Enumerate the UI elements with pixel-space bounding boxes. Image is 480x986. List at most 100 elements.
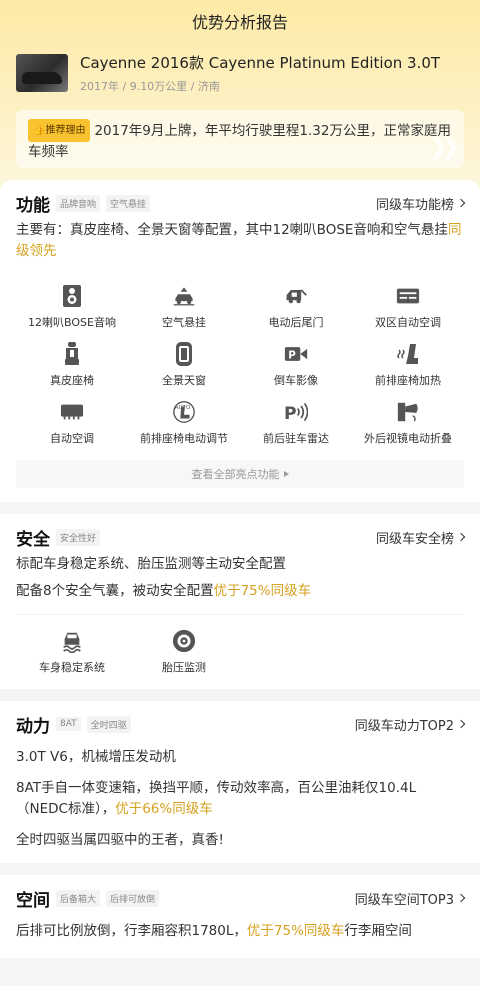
power-line-1: 3.0T V6，机械增压发动机	[16, 749, 176, 765]
features-tag: 空气悬挂	[106, 194, 151, 212]
features-desc-text: 主要有：真皮座椅、全景天窗等配置，其中12喇叭BOSE音响和空气悬挂	[16, 222, 448, 238]
feature-item[interactable]: 真皮座椅	[16, 342, 128, 390]
leather-seat-icon	[60, 342, 84, 366]
feature-label: 自动空调	[50, 432, 94, 445]
power-tag: 8AT	[56, 717, 81, 731]
feature-item[interactable]: P 前后驻车雷达	[240, 400, 352, 448]
safety-ranking-link[interactable]: 同级车安全榜	[375, 528, 466, 547]
features-header: 功能 品牌音响 空气悬挂 同级车功能榜	[16, 180, 466, 220]
chevron-right-icon	[456, 893, 466, 903]
space-link-text: 同级车空间TOP3	[354, 892, 454, 908]
feature-item[interactable]: AUTO 前排座椅电动调节	[128, 400, 240, 448]
space-line-text: 后排可比例放倒，行李厢容积1780L，	[16, 923, 247, 939]
features-title: 功能	[16, 195, 50, 216]
power-title: 动力	[16, 716, 50, 737]
feature-label: 前排座椅加热	[375, 374, 441, 387]
thumbs-up-icon: 👍	[33, 125, 46, 136]
reason-text-wrap: 👍推荐理由 2017年9月上牌，年平均行驶里程1.32万公里，正常家庭用车频率	[28, 119, 452, 163]
power-highlight: 优于66%同级车	[115, 801, 213, 817]
power-tag: 全时四驱	[86, 715, 131, 733]
speaker-icon	[60, 284, 84, 308]
car-header: Cayenne 2016款 Cayenne Platinum Edition 3…	[0, 42, 480, 94]
triangle-right-icon	[283, 471, 289, 477]
feature-label: 全景天窗	[162, 374, 206, 387]
space-header: 空间 后备箱大 后排可放倒 同级车空间TOP3	[16, 875, 466, 915]
feature-label: 双区自动空调	[375, 316, 441, 329]
space-line: 后排可比例放倒，行李厢容积1780L，优于75%同级车行李厢空间	[16, 921, 464, 942]
safety-tag: 安全性好	[56, 528, 101, 546]
feature-item[interactable]: 电动后尾门	[240, 284, 352, 332]
feature-item[interactable]: 胎压监测	[128, 629, 240, 677]
feature-label: 前排座椅电动调节	[140, 432, 228, 445]
car-name: Cayenne 2016款 Cayenne Platinum Edition 3…	[80, 54, 441, 72]
svg-text:AUTO: AUTO	[175, 405, 191, 411]
safety-highlight: 优于75%同级车	[213, 583, 312, 599]
feature-item[interactable]: 自动空调	[16, 400, 128, 448]
safety-section: 安全 安全性好 同级车安全榜 标配车身稳定系统、胎压监测等主动安全配置 配备8个…	[0, 514, 480, 689]
air-suspension-icon	[172, 284, 196, 308]
tire-pressure-icon	[172, 629, 196, 653]
feature-label: 外后视镜电动折叠	[364, 432, 452, 445]
features-ranking-link[interactable]: 同级车功能榜	[375, 194, 466, 213]
feature-label: 空气悬挂	[162, 316, 206, 329]
view-all-features-button[interactable]: 查看全部亮点功能	[16, 460, 464, 488]
feature-item[interactable]: 12喇叭BOSE音响	[16, 284, 128, 332]
stability-control-icon	[60, 629, 84, 653]
chevron-right-icon	[456, 719, 466, 729]
features-link-text: 同级车功能榜	[375, 197, 454, 213]
seat-heating-icon	[396, 342, 420, 366]
reason-badge-label: 推荐理由	[45, 125, 86, 136]
feature-label: 真皮座椅	[50, 374, 94, 387]
feature-label: 胎压监测	[162, 661, 206, 674]
car-thumbnail[interactable]	[16, 54, 68, 92]
feature-item[interactable]: 双区自动空调	[352, 284, 464, 332]
feature-item[interactable]: 外后视镜电动折叠	[352, 400, 464, 448]
reverse-camera-icon: P	[284, 342, 308, 366]
feature-item[interactable]: 车身稳定系统	[16, 629, 128, 677]
features-description: 主要有：真皮座椅、全景天窗等配置，其中12喇叭BOSE音响和空气悬挂同级领先	[16, 220, 464, 262]
feature-item[interactable]: 前排座椅加热	[352, 342, 464, 390]
chevron-right-icon	[456, 532, 466, 542]
section-divider	[0, 502, 480, 514]
space-highlight: 优于75%同级车	[246, 923, 345, 939]
panoramic-sunroof-icon	[172, 342, 196, 366]
power-header: 动力 8AT 全时四驱 同级车动力TOP2	[16, 701, 466, 741]
chevron-decoration-icon: ❯❯	[429, 135, 460, 160]
power-line-3: 全时四驱当属四驱中的王者，真香!	[16, 832, 224, 848]
recommend-reason-badge: 👍推荐理由	[28, 119, 91, 142]
section-divider	[0, 863, 480, 875]
svg-text:P: P	[284, 404, 297, 424]
safety-line-2: 配备8个安全气囊，被动安全配置优于75%同级车	[16, 581, 464, 602]
space-ranking-link[interactable]: 同级车空间TOP3	[354, 889, 466, 908]
dual-zone-ac-icon	[396, 284, 420, 308]
safety-link-text: 同级车安全榜	[375, 531, 454, 547]
feature-label: 前后驻车雷达	[263, 432, 329, 445]
space-line-tail: 行李厢空间	[344, 923, 412, 939]
feature-label: 倒车影像	[274, 374, 318, 387]
power-line-2: 8AT手自一体变速箱，换挡平顺，传动效率高，百公里油耗仅10.4L（NEDC标准…	[16, 778, 464, 820]
power-ranking-link[interactable]: 同级车动力TOP2	[354, 715, 466, 734]
svg-text:P: P	[288, 349, 296, 361]
section-divider	[0, 689, 480, 701]
parking-radar-icon: P	[284, 400, 308, 424]
view-all-label: 查看全部亮点功能	[191, 468, 280, 481]
space-title: 空间	[16, 890, 50, 911]
power-link-text: 同级车动力TOP2	[354, 718, 454, 734]
page-title-text: 优势分析报告	[191, 13, 288, 32]
safety-title: 安全	[16, 529, 50, 550]
safety-line-1: 标配车身稳定系统、胎压监测等主动安全配置	[16, 556, 286, 572]
safety-line-2-text: 配备8个安全气囊，被动安全配置	[16, 583, 214, 599]
car-meta: 2017年 / 9.10万公里 / 济南	[80, 80, 220, 93]
space-tag: 后排可放倒	[106, 889, 160, 907]
feature-item[interactable]: 全景天窗	[128, 342, 240, 390]
space-tag: 后备箱大	[56, 889, 101, 907]
feature-item[interactable]: P 倒车影像	[240, 342, 352, 390]
power-section: 动力 8AT 全时四驱 同级车动力TOP2 3.0T V6，机械增压发动机 8A…	[0, 701, 480, 863]
feature-grid: 12喇叭BOSE音响 空气悬挂 电动后尾门 双区自动空调 真皮座椅 全景天窗 P…	[16, 284, 464, 448]
feature-label: 12喇叭BOSE音响	[28, 316, 116, 329]
features-section: 功能 品牌音响 空气悬挂 同级车功能榜 主要有：真皮座椅、全景天窗等配置，其中1…	[0, 180, 480, 502]
feature-item[interactable]: 空气悬挂	[128, 284, 240, 332]
auto-ac-icon	[60, 400, 84, 424]
mirror-fold-icon	[396, 400, 420, 424]
safety-feature-grid: 车身稳定系统 胎压监测	[16, 614, 464, 677]
